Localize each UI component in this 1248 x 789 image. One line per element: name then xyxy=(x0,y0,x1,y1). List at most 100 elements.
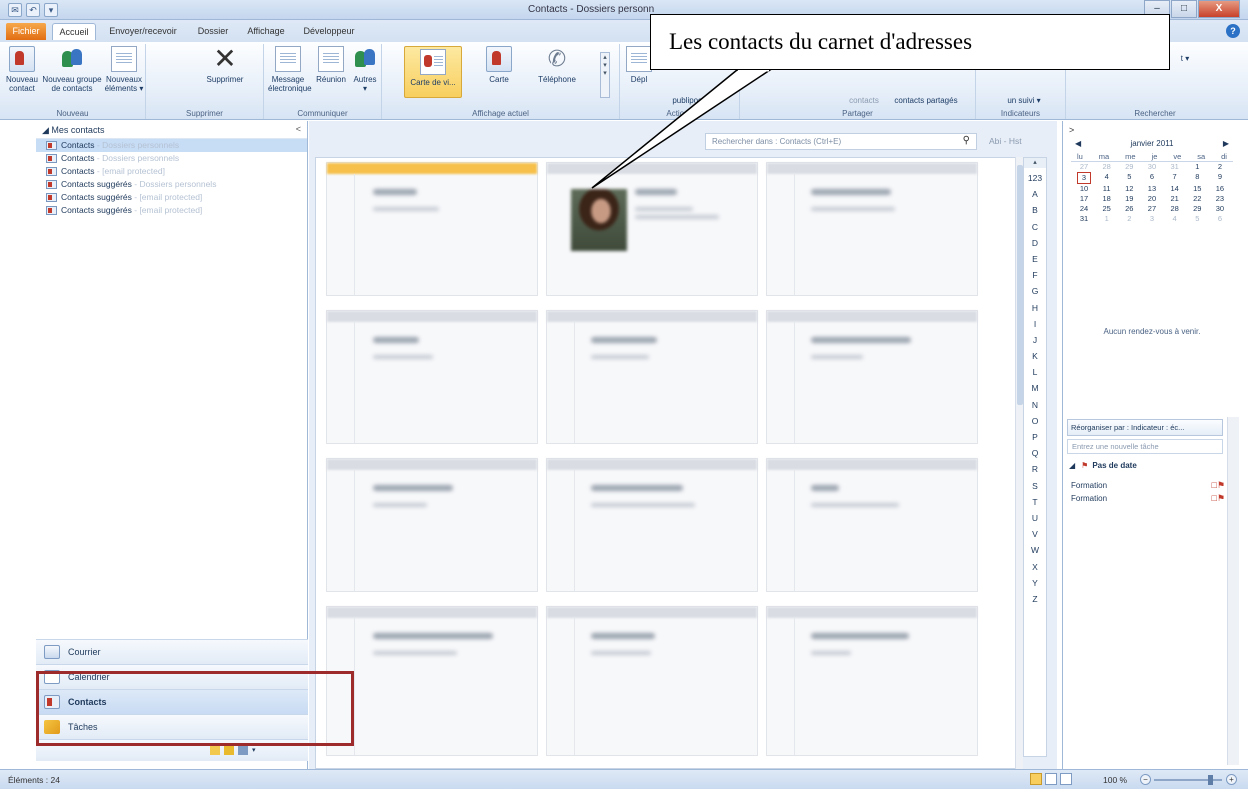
undo-icon[interactable]: ↶ xyxy=(26,3,40,17)
alpha-index-item[interactable]: F xyxy=(1024,267,1046,283)
maximize-button[interactable]: □ xyxy=(1171,0,1197,18)
folder-item[interactable]: Contacts - Dossiers personnels xyxy=(36,139,307,152)
calendar-day[interactable]: 1 xyxy=(1100,214,1114,224)
calendar-day[interactable]: 14 xyxy=(1168,184,1182,194)
alpha-index-item[interactable]: E xyxy=(1024,251,1046,267)
alpha-index-item[interactable]: Y xyxy=(1024,575,1046,591)
delete-button[interactable]: ✕ Supprimer xyxy=(200,45,250,85)
calendar-day[interactable]: 3 xyxy=(1145,214,1159,224)
shared-contacts-button[interactable]: contacts partagés xyxy=(884,96,968,105)
alpha-index-item[interactable]: Z xyxy=(1024,591,1046,607)
folder-item[interactable]: Contacts suggérés - [email protected] xyxy=(36,191,307,204)
alpha-index-item[interactable]: J xyxy=(1024,332,1046,348)
calendar-day[interactable]: 5 xyxy=(1190,214,1204,224)
folder-item[interactable]: Contacts - [email protected] xyxy=(36,165,307,178)
calendar-day[interactable]: 15 xyxy=(1190,184,1204,194)
calendar-day[interactable]: 28 xyxy=(1168,204,1182,214)
card-view-button[interactable]: Carte xyxy=(474,46,524,84)
business-card-view-button[interactable]: Carte de vi... xyxy=(404,46,462,98)
calendar-day[interactable]: 6 xyxy=(1145,172,1159,184)
customize-qat-icon[interactable]: ▾ xyxy=(44,3,58,17)
calendar-day[interactable]: 13 xyxy=(1145,184,1159,194)
configure-buttons-icon[interactable]: ▾ xyxy=(252,746,258,755)
alpha-index-item[interactable]: S xyxy=(1024,478,1046,494)
calendar-day[interactable]: 7 xyxy=(1168,172,1182,184)
nav-courrier-button[interactable]: Courrier xyxy=(36,639,308,664)
new-contact-button[interactable]: Nouveau contact xyxy=(2,46,42,93)
reading-view-icon[interactable] xyxy=(1045,773,1057,785)
task-item[interactable]: Formation □⚑ xyxy=(1071,493,1225,503)
contact-card[interactable] xyxy=(766,310,978,444)
zoom-out-icon[interactable]: − xyxy=(1140,774,1151,785)
zoom-slider[interactable]: − + xyxy=(1140,774,1240,786)
tab-dossier[interactable]: Dossier xyxy=(190,23,236,40)
alpha-index-item[interactable]: V xyxy=(1024,526,1046,542)
meeting-button[interactable]: Réunion xyxy=(312,46,350,84)
contact-card[interactable] xyxy=(766,606,978,756)
contact-card[interactable] xyxy=(546,458,758,592)
notes-icon[interactable] xyxy=(210,746,220,755)
search-input[interactable]: Rechercher dans : Contacts (Ctrl+E) ⚲ xyxy=(705,133,977,150)
calendar-day[interactable]: 29 xyxy=(1190,204,1204,214)
new-task-input[interactable]: Entrez une nouvelle tâche xyxy=(1067,439,1223,454)
alpha-index-item[interactable]: N xyxy=(1024,397,1046,413)
folder-icon[interactable] xyxy=(224,746,234,755)
alpha-index-item[interactable]: L xyxy=(1024,364,1046,380)
calendar-day[interactable]: 10 xyxy=(1077,184,1091,194)
shortcuts-icon[interactable] xyxy=(238,746,248,755)
next-month-icon[interactable]: ▶ xyxy=(1223,139,1229,148)
calendar-day[interactable]: 1 xyxy=(1190,162,1204,172)
alpha-index-item[interactable]: H xyxy=(1024,300,1046,316)
alpha-index-item[interactable]: I xyxy=(1024,316,1046,332)
folder-item[interactable]: Contacts suggérés - [email protected] xyxy=(36,204,307,217)
calendar-day[interactable]: 27 xyxy=(1077,162,1091,172)
flag-icon[interactable]: □⚑ xyxy=(1211,480,1225,491)
alpha-index-item[interactable]: K xyxy=(1024,348,1046,364)
calendar-day[interactable]: 26 xyxy=(1122,204,1136,214)
calendar-day[interactable]: 9 xyxy=(1213,172,1227,184)
tab-developpeur[interactable]: Développeur xyxy=(296,23,362,40)
contact-card[interactable] xyxy=(766,162,978,296)
calendar-day[interactable]: 28 xyxy=(1100,162,1114,172)
email-message-button[interactable]: Message électronique xyxy=(268,46,312,93)
calendar-day[interactable]: 31 xyxy=(1168,162,1182,172)
alpha-index-item[interactable]: O xyxy=(1024,413,1046,429)
contact-card[interactable] xyxy=(766,458,978,592)
calendar-day[interactable]: 2 xyxy=(1213,162,1227,172)
task-item[interactable]: Formation □⚑ xyxy=(1071,480,1225,491)
calendar-day[interactable]: 8 xyxy=(1190,172,1204,184)
calendar-day[interactable]: 20 xyxy=(1145,194,1159,204)
contact-card[interactable] xyxy=(326,606,538,756)
mail-merge-button[interactable]: publipostage xyxy=(660,96,730,105)
alpha-index-item[interactable]: U xyxy=(1024,510,1046,526)
alpha-index-item[interactable]: M xyxy=(1024,380,1046,396)
collapse-pane-icon[interactable]: < xyxy=(296,124,301,134)
compact-view-icon[interactable] xyxy=(1060,773,1072,785)
tab-fichier[interactable]: Fichier xyxy=(6,23,46,40)
alpha-index-item[interactable]: R xyxy=(1024,461,1046,477)
cards-scrollbar[interactable] xyxy=(1015,157,1023,769)
alpha-index-item[interactable]: B xyxy=(1024,202,1046,218)
alpha-index-item[interactable]: D xyxy=(1024,235,1046,251)
my-contacts-header[interactable]: ◢ Mes contacts < xyxy=(36,121,307,139)
task-group-header[interactable]: ◢ ⚑ Pas de date xyxy=(1069,461,1137,470)
alpha-index-item[interactable]: X xyxy=(1024,559,1046,575)
calendar-day[interactable]: 4 xyxy=(1168,214,1182,224)
calendar-day[interactable]: 27 xyxy=(1145,204,1159,214)
search-icon[interactable]: ⚲ xyxy=(963,135,970,146)
calendar-day[interactable]: 23 xyxy=(1213,194,1227,204)
task-sort-header[interactable]: Réorganiser par : Indicateur : éc... xyxy=(1067,419,1223,436)
previous-month-icon[interactable]: ◀ xyxy=(1075,139,1081,148)
todo-expand-icon[interactable]: > xyxy=(1069,125,1074,135)
zoom-in-icon[interactable]: + xyxy=(1226,774,1237,785)
calendar-day[interactable]: 16 xyxy=(1213,184,1227,194)
calendar-day[interactable]: 30 xyxy=(1145,162,1159,172)
folder-item[interactable]: Contacts - Dossiers personnels xyxy=(36,152,307,165)
gallery-scroll[interactable]: ▴ ▾ ▾ xyxy=(600,52,610,98)
close-button[interactable]: X xyxy=(1198,0,1240,18)
calendar-day[interactable]: 17 xyxy=(1077,194,1091,204)
tab-affichage[interactable]: Affichage xyxy=(240,23,292,40)
contact-card[interactable] xyxy=(326,458,538,592)
calendar-day[interactable]: 11 xyxy=(1100,184,1114,194)
calendar-day[interactable]: 24 xyxy=(1077,204,1091,214)
